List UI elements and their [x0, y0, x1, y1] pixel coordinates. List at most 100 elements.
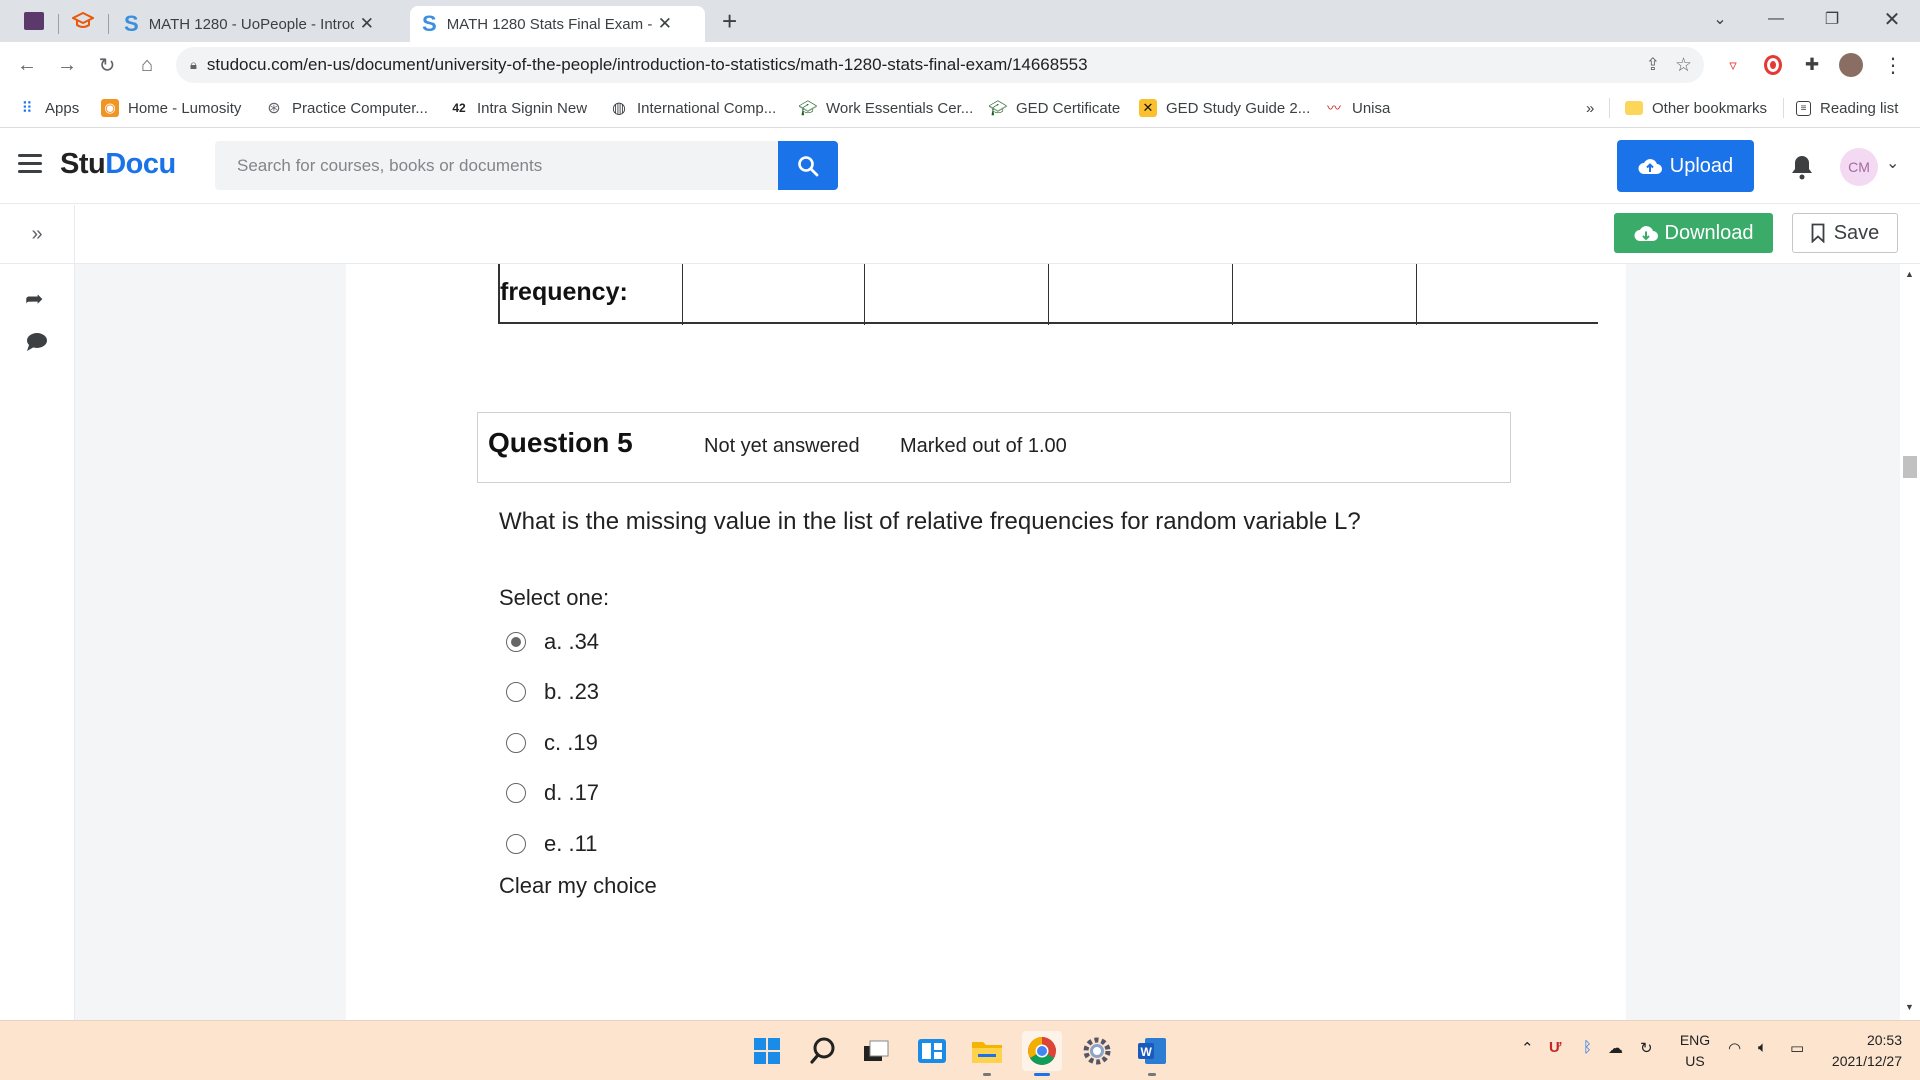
pinned-tab-1[interactable]: [17, 6, 51, 36]
answer-option-e[interactable]: e. .11: [506, 829, 597, 859]
chrome-icon[interactable]: [1022, 1031, 1062, 1071]
clear-choice-link[interactable]: Clear my choice: [499, 873, 657, 899]
language-indicator[interactable]: ENG US: [1678, 1030, 1712, 1072]
scrollbar-thumb[interactable]: [1903, 456, 1917, 478]
reload-icon[interactable]: ↻: [92, 50, 122, 80]
bookmark-international-comp[interactable]: ◍ International Comp...: [610, 96, 776, 120]
bookmark-other-bookmarks[interactable]: Other bookmarks: [1625, 96, 1767, 120]
unisa-icon: 〰: [1327, 100, 1341, 116]
bookmark-label: International Comp...: [637, 99, 777, 117]
close-tab-icon[interactable]: ✕: [658, 14, 672, 34]
menu-icon[interactable]: [18, 154, 42, 174]
minimize-icon[interactable]: —: [1748, 0, 1804, 38]
upload-button[interactable]: Upload: [1617, 140, 1754, 192]
notifications-bell-icon[interactable]: [1790, 154, 1816, 182]
search-input[interactable]: [215, 141, 778, 190]
home-icon[interactable]: ⌂: [132, 50, 162, 80]
tab-math1280-final-exam[interactable]: S MATH 1280 Stats Final Exam - Int ✕: [410, 6, 705, 42]
file-explorer-icon[interactable]: [967, 1031, 1007, 1071]
share-arrow-icon[interactable]: ➦: [25, 286, 43, 312]
chrome-menu-icon[interactable]: ⋮: [1880, 52, 1906, 78]
reading-list-button[interactable]: ≡ Reading list: [1796, 96, 1898, 120]
bookmark-work-essentials[interactable]: 🎓︎ Work Essentials Cer...: [798, 96, 974, 120]
show-hidden-icons-chevron-icon[interactable]: ⌃: [1521, 1039, 1534, 1057]
bookmark-star-icon[interactable]: ☆: [1675, 54, 1692, 77]
bookmark-ged-study-guide[interactable]: ✕ GED Study Guide 2...: [1139, 96, 1310, 120]
comment-icon[interactable]: [26, 332, 48, 357]
radio-selected[interactable]: [506, 632, 526, 652]
radio-unselected[interactable]: [506, 733, 526, 753]
back-icon[interactable]: ←: [12, 50, 42, 80]
search-icon[interactable]: [803, 1031, 843, 1071]
bluetooth-icon[interactable]: ᛒ: [1583, 1039, 1592, 1056]
expand-sidebar-icon[interactable]: »: [0, 205, 75, 264]
new-tab-icon[interactable]: +: [722, 6, 737, 37]
bookmark-apps[interactable]: ⠿ Apps: [18, 96, 80, 120]
page-scrollbar[interactable]: ▲ ▼: [1900, 264, 1920, 1020]
bookmark-practice-computer[interactable]: ⊛ Practice Computer...: [265, 96, 428, 120]
download-button[interactable]: Download: [1614, 213, 1773, 253]
scroll-up-arrow-icon[interactable]: ▲: [1905, 269, 1914, 279]
extension-shield-icon[interactable]: ▿: [1720, 52, 1746, 78]
system-clock[interactable]: 20:53 2021/12/27: [1822, 1030, 1902, 1072]
close-tab-icon[interactable]: ✕: [360, 14, 374, 34]
tab-math1280-uopeople[interactable]: S MATH 1280 - UoPeople - Introdu ✕: [112, 6, 407, 42]
studocu-logo[interactable]: StuDocu: [60, 148, 176, 181]
globe-icon: ◍: [612, 100, 626, 117]
opera-extension-icon[interactable]: [1760, 52, 1786, 78]
bookmark-label: Reading list: [1820, 99, 1899, 117]
answer-option-d[interactable]: d. .17: [506, 778, 599, 808]
search-button[interactable]: [778, 141, 838, 190]
close-window-icon[interactable]: ✕: [1864, 0, 1920, 38]
chevron-down-icon[interactable]: ⌄: [1886, 153, 1899, 173]
extensions-puzzle-icon[interactable]: ✚: [1799, 52, 1825, 78]
restore-icon[interactable]: ❐: [1804, 0, 1860, 38]
app-icon: [24, 12, 44, 30]
studocu-favicon-icon: S: [124, 11, 139, 36]
table-cell: [683, 264, 865, 325]
address-bar[interactable]: 🔒︎ studocu.com/en-us/document/university…: [176, 47, 1704, 83]
bookmark-lumosity[interactable]: ◉ Home - Lumosity: [101, 96, 241, 120]
wifi-icon[interactable]: ◠: [1728, 1039, 1741, 1057]
bookmarks-overflow-button[interactable]: »: [1586, 96, 1594, 120]
bookmark-label: Work Essentials Cer...: [826, 99, 974, 117]
studocu-header: StuDocu Upload CM ⌄: [0, 128, 1920, 204]
user-avatar[interactable]: CM: [1840, 148, 1878, 186]
answer-option-a[interactable]: a. .34: [506, 627, 599, 657]
widgets-icon[interactable]: [912, 1031, 952, 1071]
onedrive-cloud-icon[interactable]: ☁: [1608, 1039, 1623, 1057]
bookmark-unisa[interactable]: 〰 Unisa: [1325, 96, 1390, 120]
sync-icon[interactable]: ↻: [1640, 1039, 1653, 1057]
bookmark-intra-signin[interactable]: 42 Intra Signin New: [450, 96, 587, 120]
share-icon[interactable]: ⇪: [1646, 55, 1660, 75]
bookmark-label: Other bookmarks: [1652, 99, 1768, 117]
word-icon[interactable]: W: [1132, 1031, 1172, 1071]
forward-icon[interactable]: →: [52, 50, 82, 80]
mcafee-icon[interactable]: Ư: [1549, 1039, 1561, 1056]
windows-taskbar: W ⌃ Ư ᛒ ☁ ↻ ENG US ◠ 🔈︎ ▭ 20:53 2021/12/…: [0, 1020, 1920, 1080]
windows-start-icon[interactable]: [747, 1031, 787, 1071]
scroll-down-arrow-icon[interactable]: ▼: [1905, 1002, 1914, 1012]
reading-list-icon: ≡: [1796, 100, 1811, 116]
answer-option-b[interactable]: b. .23: [506, 677, 599, 707]
radio-unselected[interactable]: [506, 783, 526, 803]
volume-icon[interactable]: 🔈︎: [1758, 1039, 1767, 1056]
tab-title: MATH 1280 Stats Final Exam - Int: [446, 15, 652, 33]
pinned-tab-2[interactable]: [66, 6, 100, 36]
bookmark-label: Unisa: [1352, 99, 1391, 117]
task-view-icon[interactable]: [856, 1031, 896, 1071]
settings-gear-icon[interactable]: [1077, 1031, 1117, 1071]
radio-unselected[interactable]: [506, 682, 526, 702]
svg-text:W: W: [1141, 1045, 1153, 1059]
save-button[interactable]: Save: [1792, 213, 1898, 253]
bookmark-label: GED Study Guide 2...: [1166, 99, 1311, 117]
radio-unselected[interactable]: [506, 834, 526, 854]
profile-avatar-icon[interactable]: [1838, 52, 1864, 78]
tab-search-icon[interactable]: ⌄: [1692, 0, 1748, 38]
select-one-label: Select one:: [499, 585, 610, 610]
bookmark-ged-certificate[interactable]: 🎓︎ GED Certificate: [988, 96, 1120, 120]
grad-cap-icon: 🎓︎: [988, 100, 1008, 117]
answer-option-c[interactable]: c. .19: [506, 728, 598, 758]
battery-icon[interactable]: ▭: [1790, 1039, 1804, 1057]
clock-date: 2021/12/27: [1831, 1053, 1902, 1069]
